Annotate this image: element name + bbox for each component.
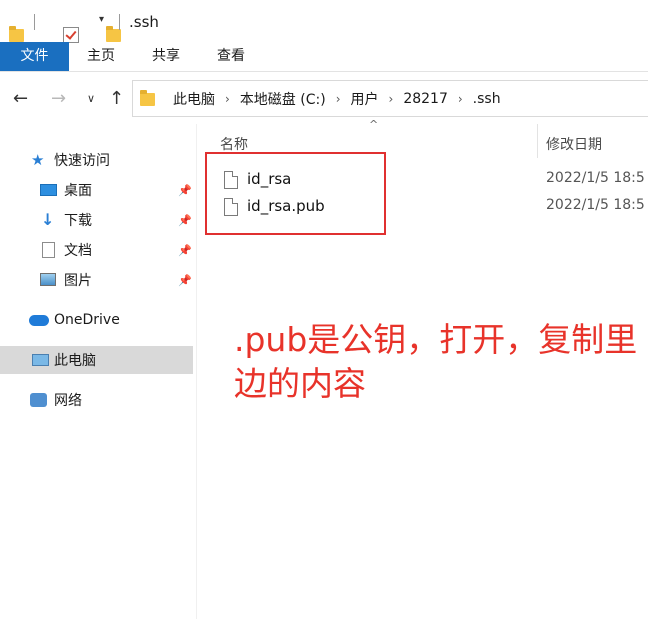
pin-icon[interactable]: 📌 (178, 274, 192, 287)
window-title: .ssh (129, 13, 159, 31)
pin-icon[interactable]: 📌 (178, 244, 192, 257)
back-button[interactable]: ← (13, 88, 28, 109)
customize-toolbar-icon[interactable]: ▾ (99, 14, 104, 25)
nav-this-pc[interactable]: 此电脑 (0, 346, 193, 374)
nav-desktop[interactable]: 桌面 📌 (0, 176, 193, 204)
chevron-right-icon[interactable]: › (458, 92, 463, 106)
tab-view[interactable]: 查看 (205, 42, 257, 71)
new-folder-icon[interactable] (106, 25, 121, 42)
cloud-icon (29, 315, 49, 326)
up-button[interactable]: ↑ (109, 88, 124, 109)
pane-divider[interactable] (196, 124, 197, 619)
desktop-icon (40, 184, 57, 196)
chevron-right-icon[interactable]: › (225, 92, 230, 106)
title-bar: ▾ .ssh (0, 0, 648, 43)
document-icon (42, 242, 55, 258)
computer-icon (32, 354, 49, 366)
nav-label: 图片 (64, 273, 92, 289)
pin-icon[interactable]: 📌 (178, 184, 192, 197)
pictures-icon (40, 273, 56, 286)
chevron-right-icon[interactable]: › (389, 92, 394, 106)
ribbon-tabs: 文件 主页 共享 查看 (0, 42, 648, 72)
navigation-pane: ★ 快速访问 桌面 📌 ↓ 下载 📌 文档 📌 图片 📌 OneDrive 此电… (0, 124, 196, 619)
tab-share[interactable]: 共享 (140, 42, 192, 71)
recent-locations-icon[interactable]: ∨ (87, 92, 95, 105)
file-date: 2022/1/5 18:5 (546, 170, 645, 186)
divider (119, 14, 120, 30)
nav-network[interactable]: 网络 (0, 386, 193, 414)
nav-label: 此电脑 (54, 353, 96, 369)
tab-home[interactable]: 主页 (76, 42, 126, 71)
nav-label: 文档 (64, 243, 92, 259)
nav-label: 快速访问 (54, 153, 110, 169)
breadcrumb-users[interactable]: 用户 (351, 89, 379, 109)
nav-downloads[interactable]: ↓ 下载 📌 (0, 206, 193, 234)
chevron-right-icon[interactable]: › (336, 92, 341, 106)
star-icon: ★ (31, 151, 45, 169)
nav-quick-access[interactable]: ★ 快速访问 (0, 146, 193, 174)
breadcrumb-local-disk[interactable]: 本地磁盘 (C:) (240, 89, 326, 109)
properties-icon[interactable] (63, 27, 79, 43)
folder-icon (9, 25, 24, 42)
breadcrumb-this-pc[interactable]: 此电脑 (173, 89, 215, 109)
nav-label: 桌面 (64, 183, 92, 199)
network-icon (30, 393, 47, 407)
nav-documents[interactable]: 文档 📌 (0, 236, 193, 264)
breadcrumb-user[interactable]: 28217 (403, 91, 448, 107)
breadcrumb-ssh[interactable]: .ssh (473, 91, 501, 107)
forward-button[interactable]: → (51, 88, 66, 109)
breadcrumb: 此电脑 › 本地磁盘 (C:) › 用户 › 28217 › .ssh (140, 89, 501, 109)
highlight-box (205, 152, 386, 235)
nav-pictures[interactable]: 图片 📌 (0, 266, 193, 294)
download-icon: ↓ (41, 210, 55, 229)
divider (34, 14, 35, 30)
nav-label: 网络 (54, 393, 82, 409)
nav-label: OneDrive (54, 312, 120, 328)
nav-onedrive[interactable]: OneDrive (0, 306, 193, 334)
nav-label: 下载 (64, 213, 92, 229)
file-date: 2022/1/5 18:5 (546, 197, 645, 213)
column-header-modified[interactable]: 修改日期 (546, 134, 602, 170)
column-divider[interactable] (537, 124, 538, 158)
pin-icon[interactable]: 📌 (178, 214, 192, 227)
folder-icon (140, 89, 155, 106)
tab-file[interactable]: 文件 (0, 42, 69, 71)
annotation-text: .pub是公钥，打开，复制里边的内容 (234, 320, 638, 403)
sort-ascending-icon: ^ (369, 118, 379, 131)
